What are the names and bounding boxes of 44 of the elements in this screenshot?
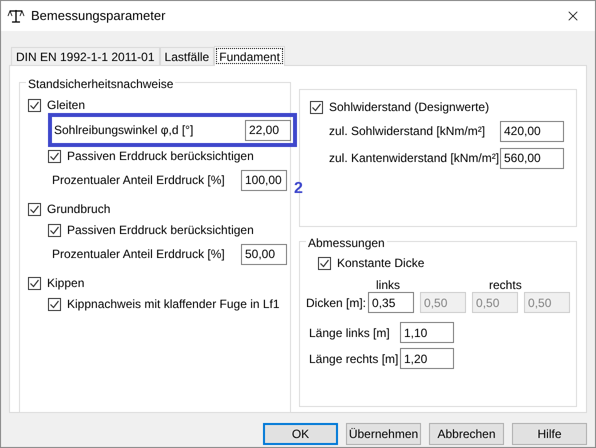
checkbox[interactable]: [48, 224, 61, 236]
field-label: Länge links [m]: [309, 324, 391, 342]
tab[interactable]: Lastfälle: [160, 47, 214, 65]
input-field[interactable]: 100,00: [241, 170, 287, 190]
field-label: Dicken [m]:: [306, 294, 366, 312]
column-header: links: [376, 277, 400, 292]
checkbox[interactable]: [28, 98, 41, 112]
window-title: Bemessungsparameter: [31, 7, 166, 26]
dialog-button[interactable]: Übernehmen: [346, 423, 421, 445]
checkbox[interactable]: [28, 202, 41, 216]
field-label: Prozentualer Anteil Erddruck [%]: [52, 246, 225, 263]
checkbox-label: Grundbruch: [47, 201, 110, 218]
scale-icon: [7, 8, 25, 24]
field-label: zul. Kantenwiderstand [kNm/m²]: [329, 150, 500, 167]
checkbox-label: Konstante Dicke: [337, 255, 424, 272]
dialog-button[interactable]: Abbrechen: [429, 423, 504, 445]
dialog-button[interactable]: Hilfe: [512, 423, 587, 445]
checkbox-label: Kippen: [47, 275, 84, 292]
input-field[interactable]: 560,00: [500, 148, 564, 168]
checkbox[interactable]: [318, 256, 331, 270]
checkbox[interactable]: [28, 276, 41, 290]
checkbox-label: Sohlwiderstand (Designwerte): [329, 99, 490, 116]
checkbox[interactable]: [310, 100, 323, 114]
input-field[interactable]: 0,35: [368, 292, 414, 313]
checkbox-label: Kippnachweis mit klaffender Fuge in Lf1: [67, 296, 280, 313]
input-field[interactable]: 22,00: [245, 120, 291, 140]
dialog-button[interactable]: OK: [263, 423, 338, 445]
input-field[interactable]: 1,10: [400, 322, 454, 343]
tab[interactable]: Fundament: [214, 46, 285, 66]
field-label: Prozentualer Anteil Erddruck [%]: [52, 172, 225, 189]
tab[interactable]: DIN EN 1992-1-1 2011-01: [11, 47, 160, 65]
checkbox[interactable]: [48, 298, 61, 310]
checkbox-label: Passiven Erddruck berücksichtigen: [67, 222, 254, 239]
checkbox[interactable]: [48, 150, 61, 162]
input-field[interactable]: 420,00: [500, 120, 564, 142]
field-label: Länge rechts [m]: [309, 350, 400, 368]
column-header: rechts: [489, 277, 522, 292]
input-field[interactable]: 50,00: [241, 244, 287, 264]
field-label: Sohlreibungswinkel φ,d [°]: [54, 122, 194, 139]
annotation-label: 2: [294, 179, 303, 199]
checkbox-label: Passiven Erddruck berücksichtigen: [67, 148, 254, 165]
input-field[interactable]: 1,20: [400, 348, 454, 369]
checkbox-label: Gleiten: [47, 97, 86, 114]
field-label: zul. Sohlwiderstand [kNm/m²]: [329, 123, 486, 140]
